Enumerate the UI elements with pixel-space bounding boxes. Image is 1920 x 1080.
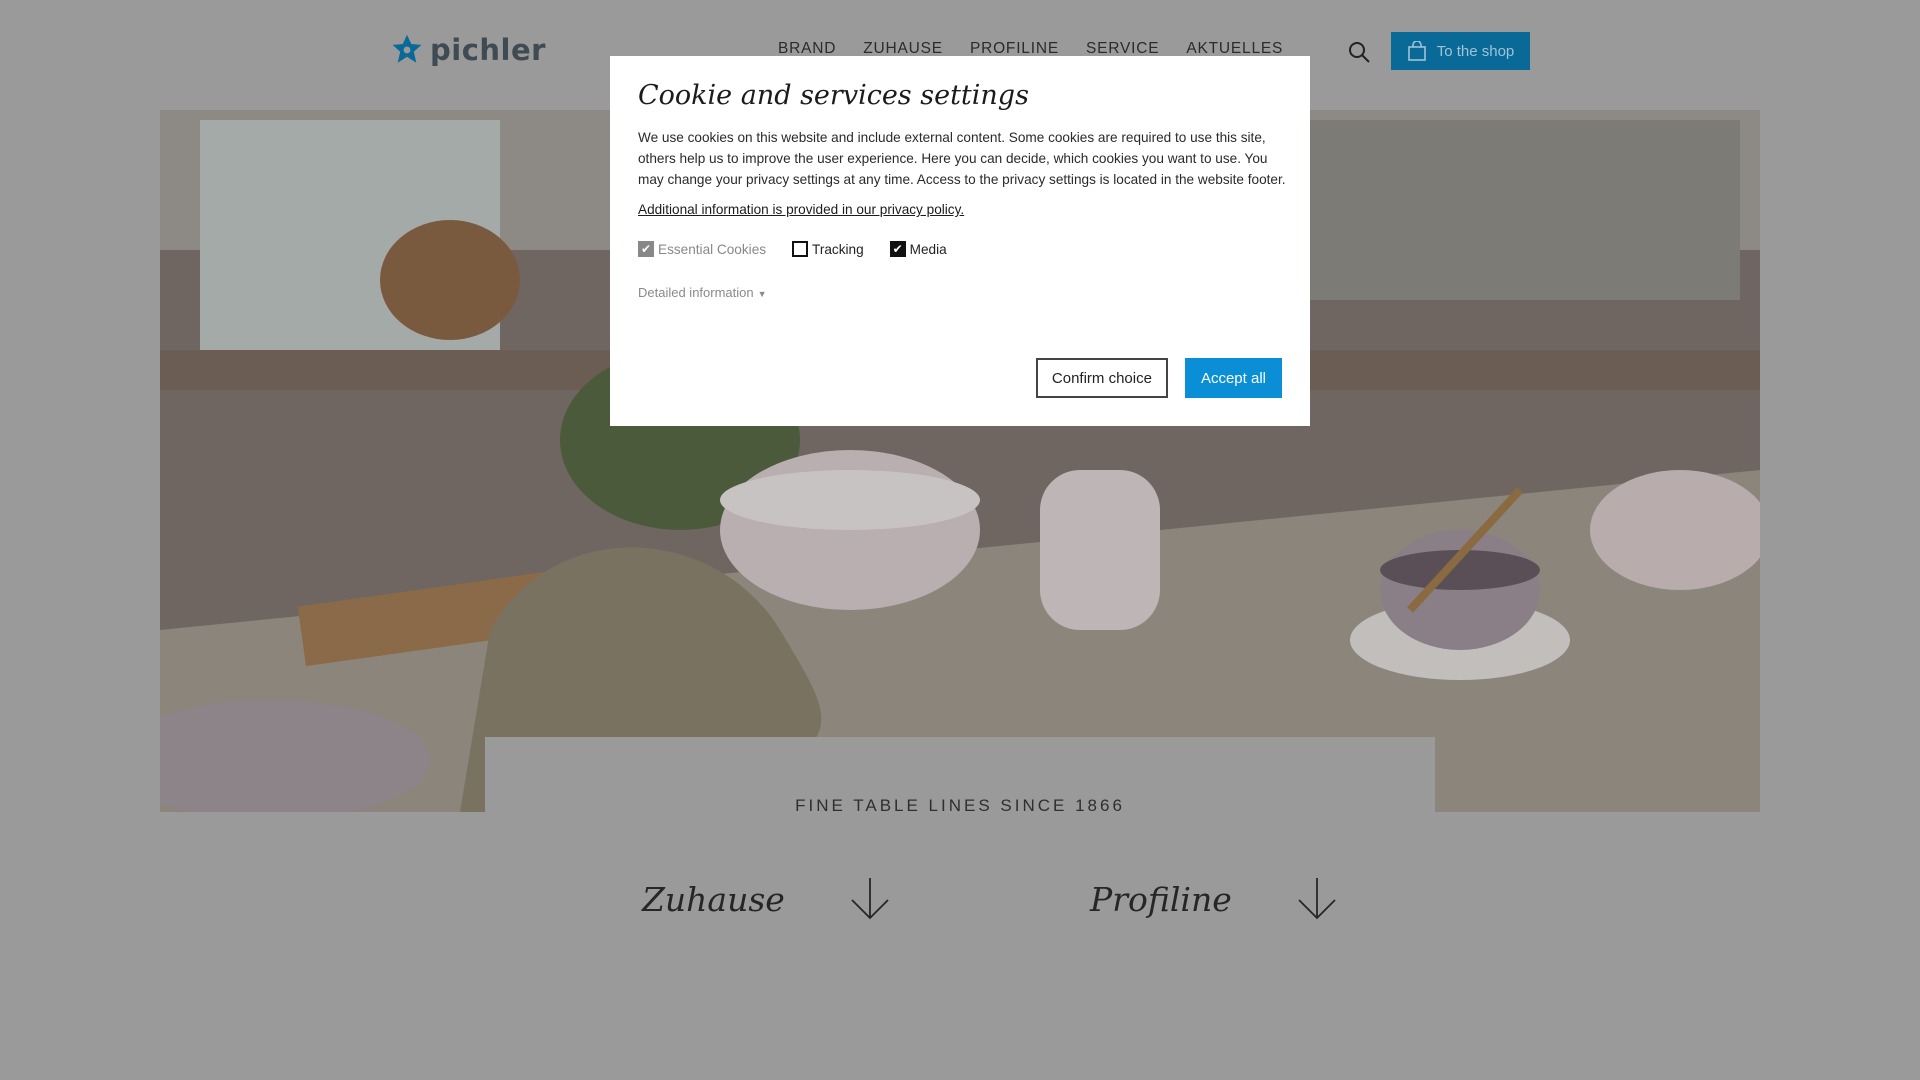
category-label: Profiline (1090, 879, 1232, 919)
cookie-options: ✔ Essential Cookies Tracking ✔ Media (638, 241, 1282, 257)
category-link-profiline[interactable]: Profiline (1090, 876, 1338, 922)
option-label: Media (909, 241, 947, 257)
search-icon[interactable] (1347, 40, 1371, 64)
detailed-information-toggle[interactable]: Detailed information ▼ (638, 285, 1282, 300)
confirm-choice-button[interactable]: Confirm choice (1035, 358, 1168, 398)
brand-logo[interactable]: pichler (390, 33, 546, 67)
checkbox-essential: ✔ (638, 241, 654, 257)
option-media[interactable]: ✔ Media (889, 241, 947, 257)
brand-name: pichler (430, 33, 546, 67)
cookie-dialog: Cookie and services settings We use cook… (610, 56, 1310, 426)
shop-button-label: To the shop (1436, 42, 1515, 60)
cookie-dialog-title: Cookie and services settings (638, 80, 1029, 111)
detail-label: Detailed information (638, 285, 754, 300)
category-link-zuhause[interactable]: Zuhause (642, 876, 891, 922)
to-shop-button[interactable]: To the shop (1391, 32, 1530, 70)
option-essential-cookies: ✔ Essential Cookies (638, 241, 766, 257)
flower-logo-icon (392, 34, 422, 63)
arrow-down-icon (851, 878, 889, 920)
checkbox-media[interactable]: ✔ (889, 241, 906, 257)
cookie-actions: Confirm choice Accept all (1035, 358, 1282, 398)
privacy-policy-link[interactable]: Additional information is provided in ou… (638, 202, 964, 217)
cookie-dialog-body: We use cookies on this website and inclu… (638, 130, 1286, 187)
option-label: Tracking (812, 241, 864, 257)
checkbox-tracking[interactable] (792, 241, 809, 257)
option-label: Essential Cookies (658, 241, 767, 257)
accept-all-button[interactable]: Accept all (1184, 358, 1282, 398)
caret-down-icon: ▼ (757, 289, 767, 299)
category-label: Zuhause (642, 879, 785, 919)
option-tracking[interactable]: Tracking (792, 241, 864, 257)
arrow-down-icon (1298, 878, 1336, 920)
tagline: FINE TABLE LINES SINCE 1866 (795, 796, 1125, 815)
shopping-bag-icon (1407, 41, 1426, 61)
